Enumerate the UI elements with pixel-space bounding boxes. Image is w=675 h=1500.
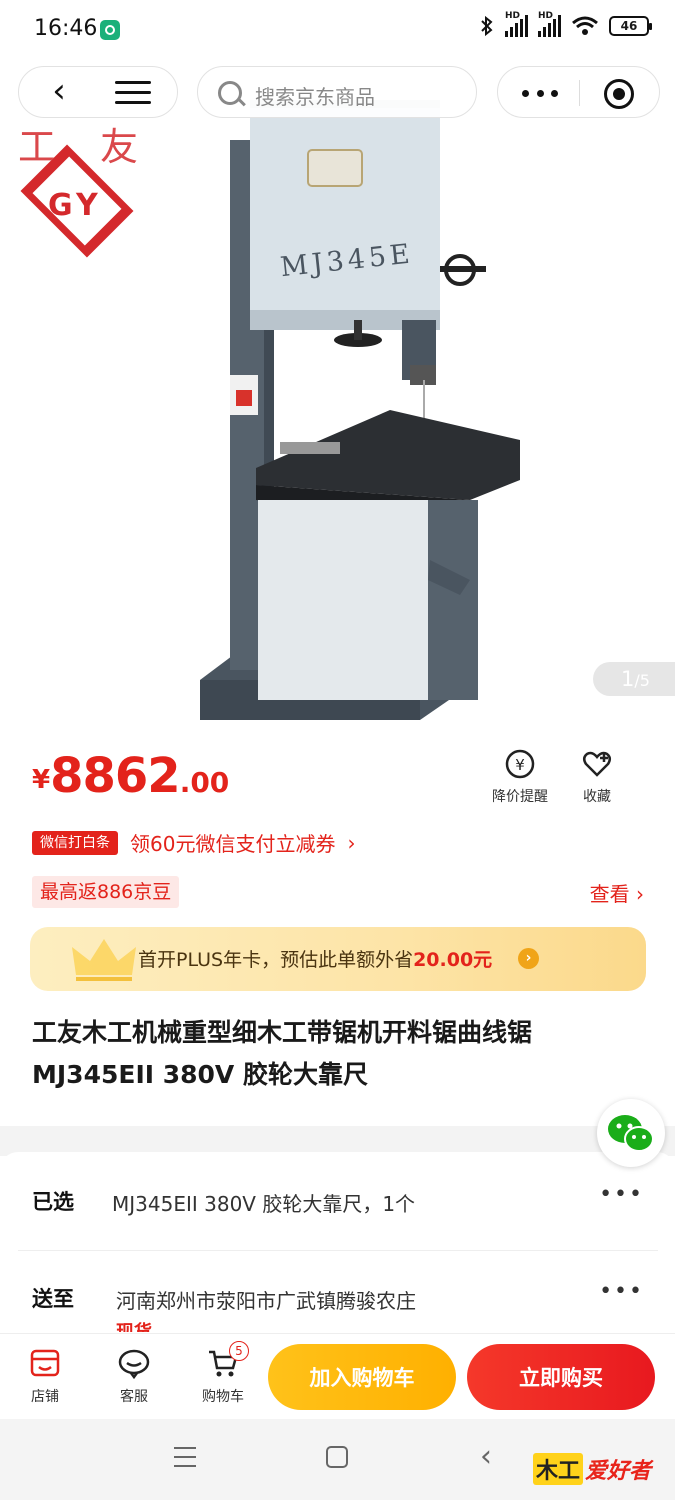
- status-bar: 16:46 HD HD 46: [0, 0, 675, 58]
- bluetooth-icon: [481, 15, 493, 37]
- logo-char-right: 友: [100, 125, 139, 169]
- cart-label: 购物车: [202, 1389, 244, 1405]
- store-button[interactable]: 店铺: [15, 1346, 75, 1406]
- price-drop-label: 降价提醒: [492, 789, 548, 805]
- chevron-right-icon: ›: [347, 830, 356, 855]
- price-integer: 8862: [50, 748, 181, 804]
- status-time: 16:46: [34, 16, 98, 41]
- price-currency: ¥: [32, 765, 51, 795]
- watermark-text: 爱好者: [585, 1459, 652, 1484]
- favorite-label: 收藏: [583, 789, 611, 805]
- home-icon[interactable]: [326, 1446, 348, 1468]
- gallery-current-page: 1: [621, 667, 635, 691]
- heart-icon: [583, 751, 611, 777]
- bottom-action-bar: 店铺 客服 5 购物车 加入购物车 立即购买: [0, 1333, 675, 1419]
- logo-mark: GY: [48, 188, 102, 223]
- buy-now-button[interactable]: 立即购买: [467, 1344, 655, 1410]
- price-decimal: .00: [179, 766, 230, 799]
- stock-status: 现货: [116, 1318, 152, 1332]
- jd-beans-tag: 最高返886京豆: [32, 876, 180, 908]
- gallery-total-pages: /5: [634, 671, 650, 690]
- wechat-credit-tag: 微信打白条: [32, 830, 118, 855]
- cart-count-badge: 5: [229, 1341, 249, 1361]
- selected-value: MJ345EII 380V 胶轮大靠尺，1个: [112, 1192, 416, 1216]
- watermark-prefix: 木工: [533, 1453, 584, 1485]
- jd-beans-view-link[interactable]: 查看 ›: [590, 878, 644, 907]
- store-icon: [30, 1349, 60, 1377]
- product-image-band-saw[interactable]: MJ345E: [190, 80, 530, 720]
- customer-service-button[interactable]: 客服: [104, 1346, 164, 1406]
- battery-icon: 46: [609, 16, 652, 36]
- system-back-icon[interactable]: ‹: [480, 1439, 492, 1474]
- chevron-right-icon: ›: [518, 948, 539, 969]
- wifi-icon: [572, 16, 598, 35]
- wechat-icon: [608, 1115, 654, 1152]
- svg-text:¥: ¥: [515, 756, 525, 774]
- search-bar[interactable]: 搜索京东商品: [197, 66, 477, 118]
- nav-left-group: ‹: [18, 66, 178, 118]
- brand-logo: 工 友 GY: [8, 116, 153, 258]
- capsule-divider: [579, 80, 580, 106]
- selected-label: 已选: [32, 1190, 74, 1214]
- add-to-cart-button[interactable]: 加入购物车: [268, 1344, 456, 1410]
- plus-banner-prefix: 首开PLUS年卡，预估此单额外省: [138, 949, 414, 971]
- cellular-signal-1-icon: HD: [505, 11, 528, 37]
- back-icon[interactable]: ‹: [41, 74, 77, 108]
- menu-icon[interactable]: [115, 81, 151, 105]
- price: ¥8862.00: [32, 748, 229, 804]
- wechat-coupon-row[interactable]: 微信打白条 领60元微信支付立减券 ›: [32, 828, 355, 857]
- product-title: 工友木工机械重型细木工带锯机开料锯曲线锯MJ345EII 380V 胶轮大靠尺: [32, 1018, 533, 1089]
- search-icon: [218, 81, 242, 105]
- crown-icon: [72, 939, 136, 981]
- signal-hd-label: HD: [505, 11, 521, 21]
- mini-program-capsule: [497, 66, 660, 118]
- watermark: 木工 爱好者: [533, 1453, 651, 1485]
- row-divider: [18, 1250, 658, 1251]
- search-input[interactable]: 搜索京东商品: [255, 81, 375, 110]
- plus-saving-amount: 20.00元: [413, 949, 493, 971]
- more-icon[interactable]: [522, 79, 558, 107]
- status-icons: HD HD 46: [479, 11, 652, 38]
- selected-spec-row[interactable]: 已选 MJ345EII 380V 胶轮大靠尺，1个 •••: [32, 1176, 644, 1226]
- more-options-icon[interactable]: •••: [599, 1182, 644, 1207]
- app-notification-icon: [100, 20, 120, 40]
- gallery-page-indicator: 1/5: [593, 662, 675, 696]
- signal-hd-label: HD: [538, 11, 554, 21]
- jd-beans-row: 最高返886京豆 查看 ›: [32, 876, 644, 908]
- more-options-icon[interactable]: •••: [599, 1279, 644, 1304]
- plus-membership-banner[interactable]: 首开PLUS年卡，预估此单额外省20.00元 ›: [30, 927, 646, 991]
- favorite-button[interactable]: 收藏: [557, 748, 637, 806]
- cellular-signal-2-icon: HD: [538, 11, 561, 37]
- shipping-address-row[interactable]: 送至 河南郑州市荥阳市广武镇腾骏农庄 •••: [32, 1273, 644, 1323]
- plus-banner-text: 首开PLUS年卡，预估此单额外省20.00元: [138, 945, 492, 972]
- wechat-share-button[interactable]: [597, 1099, 665, 1167]
- price-drop-icon: ¥: [505, 749, 535, 779]
- customer-service-icon: [118, 1349, 150, 1380]
- shipping-label: 送至: [32, 1287, 74, 1311]
- product-gallery[interactable]: MJ345E 工 友 GY 1/5: [0, 52, 675, 732]
- price-drop-alert-button[interactable]: ¥ 降价提醒: [480, 748, 560, 806]
- customer-service-label: 客服: [120, 1389, 148, 1405]
- recent-apps-icon[interactable]: [174, 1447, 196, 1467]
- shipping-address: 河南郑州市荥阳市广武镇腾骏农庄: [116, 1289, 416, 1313]
- store-label: 店铺: [31, 1389, 59, 1405]
- wechat-coupon-text: 领60元微信支付立减券: [130, 832, 336, 856]
- cart-button[interactable]: 5 购物车: [193, 1341, 253, 1406]
- close-mini-program-icon[interactable]: [604, 79, 634, 109]
